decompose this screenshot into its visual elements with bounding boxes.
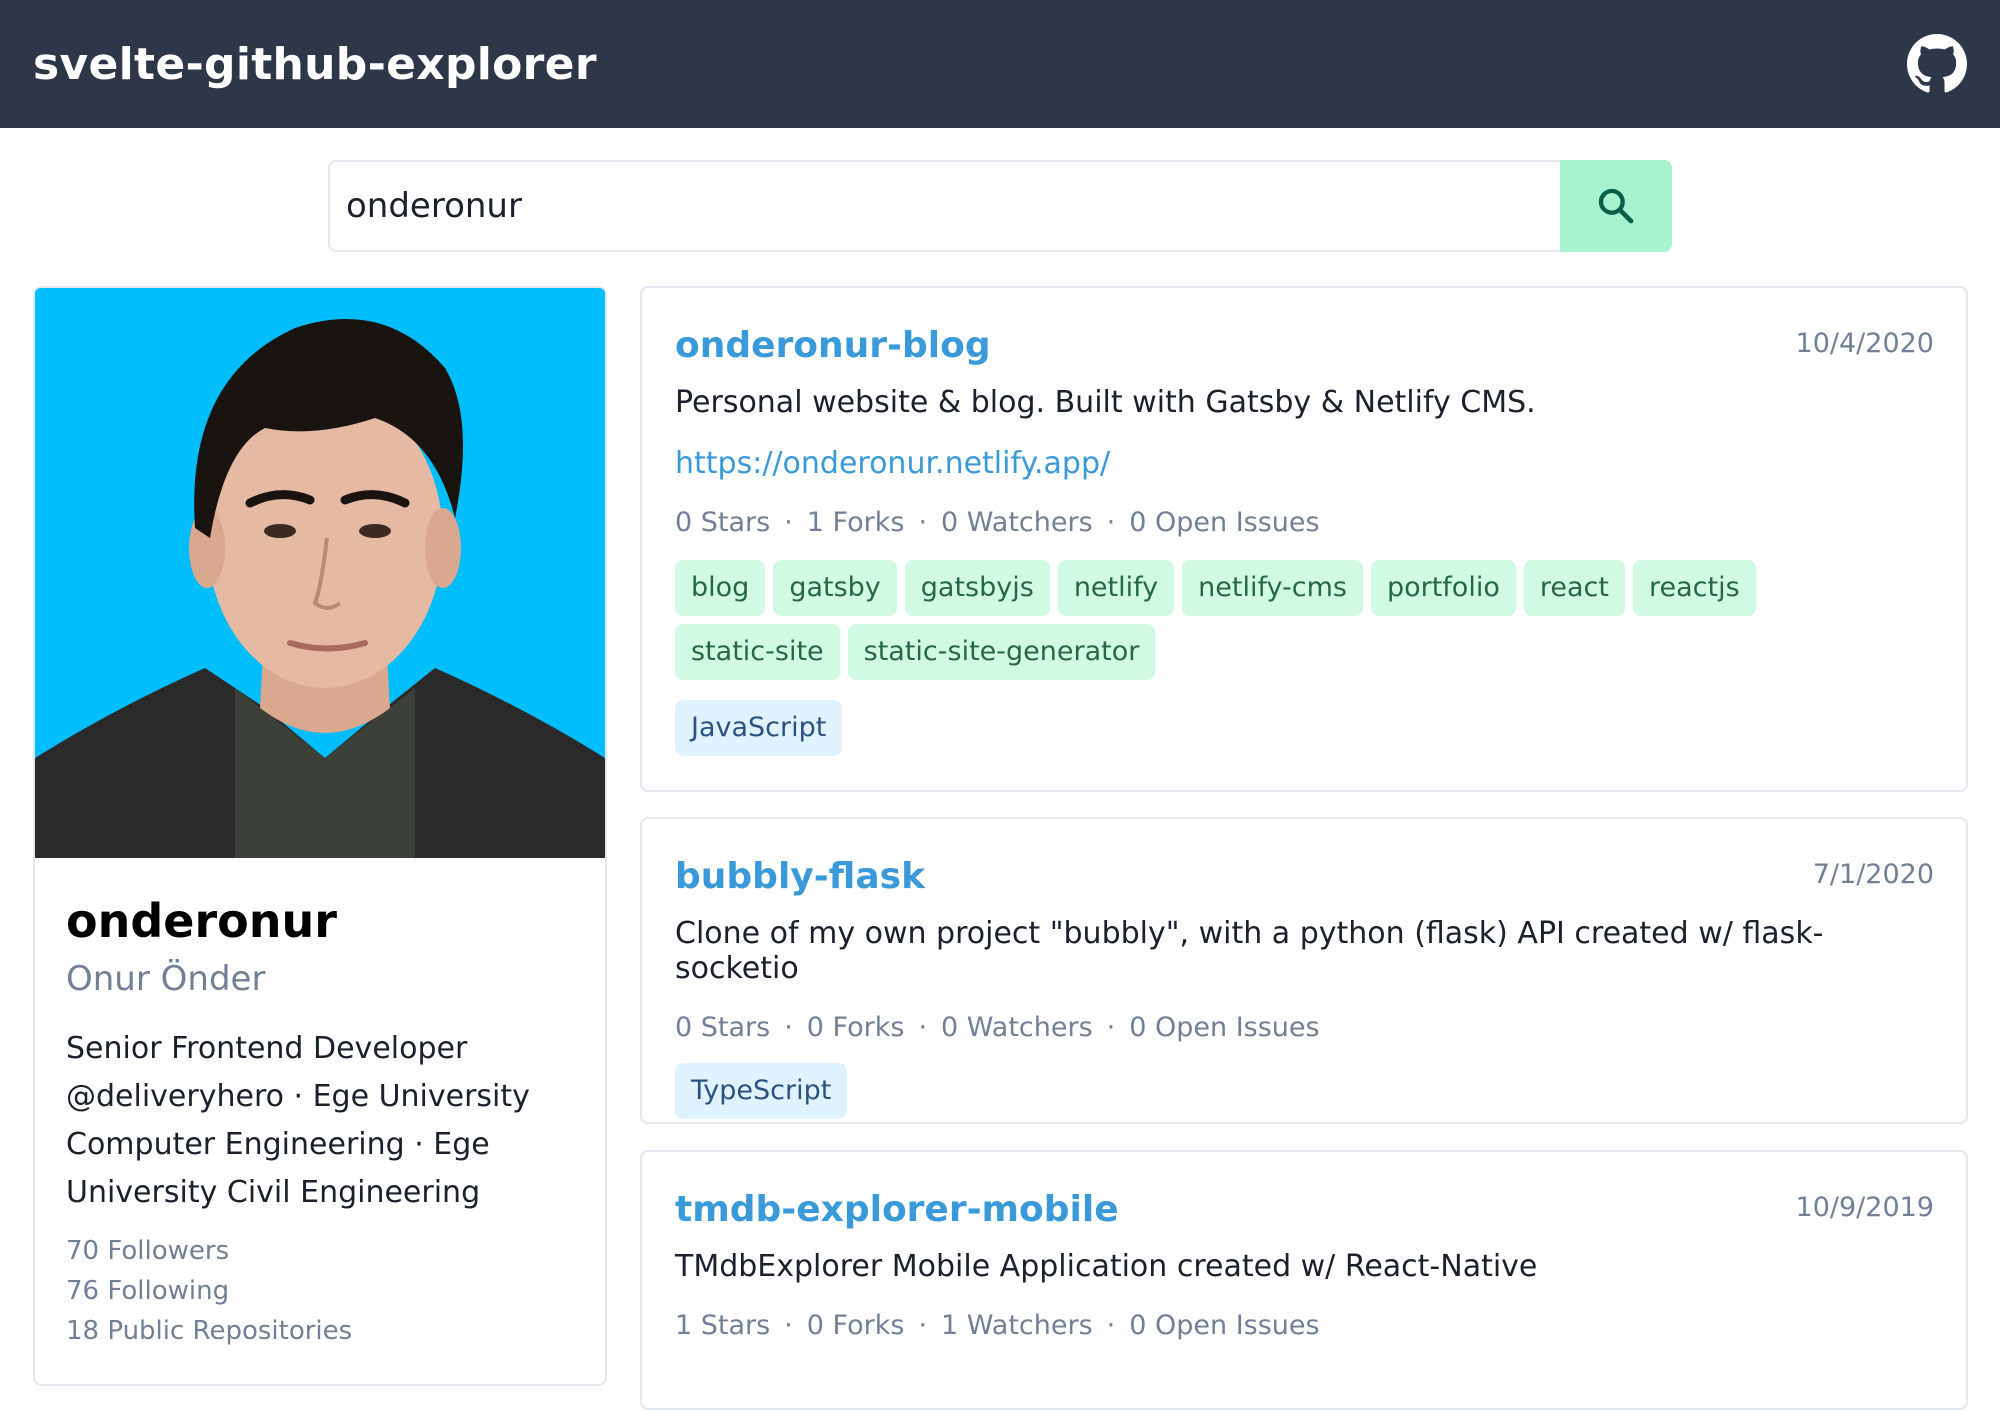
repo-watchers: 1 Watchers xyxy=(941,1310,1093,1342)
separator-dot: · xyxy=(918,1310,928,1342)
repo-stats: 0 Stars · 1 Forks · 0 Watchers · 0 Open … xyxy=(675,507,1934,538)
repo-watchers: 0 Watchers xyxy=(941,1012,1093,1044)
profile-bio: Senior Frontend Developer @deliveryhero … xyxy=(66,1031,530,1211)
avatar xyxy=(35,288,605,858)
github-link[interactable] xyxy=(1907,34,1967,94)
repo-stars: 0 Stars xyxy=(675,507,771,539)
github-icon xyxy=(1907,34,1967,93)
search-input[interactable] xyxy=(328,160,1560,252)
repo-name-link[interactable]: onderonur-blog xyxy=(675,324,991,367)
app-header: svelte-github-explorer xyxy=(0,0,2000,128)
repo-stats: 1 Stars · 0 Forks · 1 Watchers · 0 Open … xyxy=(675,1310,1934,1341)
repo-forks: 0 Forks xyxy=(806,1310,905,1342)
repo-card: tmdb-explorer-mobile 10/9/2019 TMdbExplo… xyxy=(640,1150,1968,1410)
repo-stars: 0 Stars xyxy=(675,1012,771,1044)
repo-forks: 1 Forks xyxy=(806,507,905,539)
topic-tag[interactable]: netlify xyxy=(1057,560,1175,617)
repo-date: 10/4/2020 xyxy=(1795,328,1934,359)
public-repos-count: 18 Public Repositories xyxy=(66,1316,353,1347)
profile-name: Onur Önder xyxy=(66,959,266,1000)
separator-dot: · xyxy=(918,507,928,539)
topic-tag[interactable]: reactjs xyxy=(1632,560,1756,617)
search-button[interactable] xyxy=(1560,160,1672,252)
topic-tag[interactable]: react xyxy=(1523,560,1625,617)
repo-name-link[interactable]: tmdb-explorer-mobile xyxy=(675,1188,1119,1231)
separator-dot: · xyxy=(1106,1012,1116,1044)
separator-dot: · xyxy=(784,507,793,539)
following-count: 76 Following xyxy=(66,1276,230,1307)
topic-tag[interactable]: portfolio xyxy=(1370,560,1516,617)
language-badge: TypeScript xyxy=(675,1063,848,1120)
repo-watchers: 0 Watchers xyxy=(941,507,1093,539)
topic-tag[interactable]: gatsby xyxy=(773,560,897,617)
repo-description: Clone of my own project "bubbly", with a… xyxy=(675,916,1824,987)
language-badge: JavaScript xyxy=(675,700,843,757)
repo-card: onderonur-blog 10/4/2020 Personal websit… xyxy=(640,286,1968,792)
search-icon xyxy=(1598,188,1634,224)
app-title: svelte-github-explorer xyxy=(33,38,597,90)
separator-dot: · xyxy=(918,1012,928,1044)
repo-date: 7/1/2020 xyxy=(1812,859,1934,890)
profile-login: onderonur xyxy=(66,894,337,948)
repo-date: 10/9/2019 xyxy=(1795,1192,1934,1223)
repo-stars: 1 Stars xyxy=(675,1310,771,1342)
topic-tag[interactable]: blog xyxy=(675,560,766,617)
repo-open-issues: 0 Open Issues xyxy=(1129,1310,1320,1342)
repo-homepage-link[interactable]: https://onderonur.netlify.app/ xyxy=(675,446,1110,481)
topic-tag[interactable]: static-site xyxy=(675,624,840,681)
separator-dot: · xyxy=(784,1310,793,1342)
topic-tag[interactable]: gatsbyjs xyxy=(904,560,1050,617)
repo-card: bubbly-flask 7/1/2020 Clone of my own pr… xyxy=(640,817,1968,1124)
separator-dot: · xyxy=(1106,507,1116,539)
separator-dot: · xyxy=(784,1012,793,1044)
repo-description: TMdbExplorer Mobile Application created … xyxy=(675,1249,1538,1285)
topic-tag[interactable]: netlify-cms xyxy=(1182,560,1363,617)
profile-stats: 70 Followers 76 Following 18 Public Repo… xyxy=(66,1231,574,1351)
repo-forks: 0 Forks xyxy=(806,1012,905,1044)
repo-open-issues: 0 Open Issues xyxy=(1129,1012,1320,1044)
repo-topics: blog gatsby gatsbyjs netlify netlify-cms… xyxy=(675,560,1855,688)
repo-open-issues: 0 Open Issues xyxy=(1129,507,1320,539)
separator-dot: · xyxy=(1106,1310,1116,1342)
followers-count: 70 Followers xyxy=(66,1236,230,1267)
repo-description: Personal website & blog. Built with Gats… xyxy=(675,385,1536,421)
repo-name-link[interactable]: bubbly-flask xyxy=(675,855,925,898)
repo-stats: 0 Stars · 0 Forks · 0 Watchers · 0 Open … xyxy=(675,1012,1934,1043)
profile-card: onderonur Onur Önder Senior Frontend Dev… xyxy=(33,286,607,1386)
profile-photo xyxy=(35,288,605,858)
topic-tag[interactable]: static-site-generator xyxy=(847,624,1156,681)
search-bar xyxy=(328,160,1672,252)
